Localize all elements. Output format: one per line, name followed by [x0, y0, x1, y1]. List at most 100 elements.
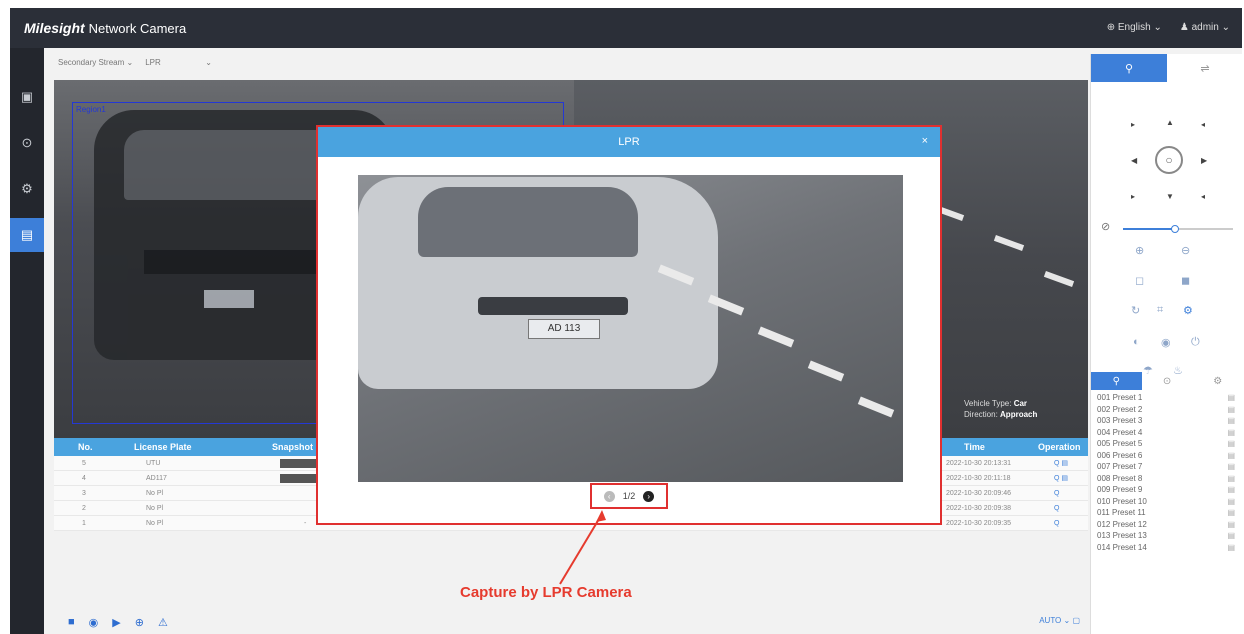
edit-icon[interactable]: ▤ — [1227, 520, 1235, 529]
edit-icon[interactable]: ▤ — [1227, 405, 1235, 414]
list-item[interactable]: 013 Preset 13 ▤ — [1091, 530, 1242, 542]
list-item[interactable]: 014 Preset 14 ▤ — [1091, 542, 1242, 554]
playback-icon[interactable]: ⊙ — [10, 126, 44, 160]
list-item[interactable]: 004 Preset 4 ▤ — [1091, 427, 1242, 439]
mode-select[interactable]: LPR ⌄ — [145, 58, 212, 67]
list-item[interactable]: 009 Preset 9 ▤ — [1091, 484, 1242, 496]
language-label: English ⌄ — [1117, 22, 1162, 33]
ptz-down[interactable]: ▼ — [1166, 192, 1174, 201]
list-item[interactable]: 012 Preset 12 ▤ — [1091, 519, 1242, 531]
vehicle-image: AD 113 — [358, 177, 718, 389]
edit-icon[interactable]: ▤ — [1227, 428, 1235, 437]
snapshot-thumb[interactable] — [280, 473, 320, 483]
power-icon[interactable]: ⏻ — [1191, 336, 1200, 349]
ptz-down-left[interactable]: ▸ — [1131, 192, 1135, 201]
focus-near-icon[interactable]: ◻ — [1135, 274, 1144, 287]
refresh-icon[interactable]: ↻ — [1131, 304, 1140, 317]
edit-icon[interactable]: ▤ — [1227, 543, 1235, 552]
light-icon[interactable]: ◉ — [1161, 336, 1171, 349]
edit-icon[interactable]: ▤ — [1227, 474, 1235, 483]
tab-pattern[interactable]: ⚙ — [1192, 372, 1242, 390]
list-item[interactable]: 005 Preset 5 ▤ — [1091, 438, 1242, 450]
list-item[interactable]: 010 Preset 10 ▤ — [1091, 496, 1242, 508]
close-icon[interactable]: × — [922, 135, 928, 147]
list-item[interactable]: 006 Preset 6 ▤ — [1091, 450, 1242, 462]
snapshot-thumb[interactable] — [280, 458, 320, 468]
language-selector[interactable]: ⊕ English ⌄ — [1107, 22, 1162, 33]
settings-icon[interactable]: ⚙ — [10, 172, 44, 206]
preset-label: 013 Preset 13 — [1097, 531, 1147, 541]
ptz-up-left[interactable]: ▸ — [1131, 120, 1135, 129]
row-no: 4 — [82, 474, 86, 482]
record-icon[interactable]: ▶ — [112, 616, 120, 629]
preset-label: 010 Preset 10 — [1097, 496, 1147, 506]
tab-patrol[interactable]: ⊙ — [1142, 372, 1193, 390]
tab-settings[interactable]: ⇌ — [1167, 54, 1242, 82]
edit-icon[interactable]: ▤ — [1227, 508, 1235, 517]
col-plate: License Plate — [134, 442, 192, 452]
auto-select[interactable]: AUTO ⌄ ▢ — [1039, 616, 1080, 625]
edit-icon[interactable]: ▤ — [1227, 439, 1235, 448]
vehicle-type-value: Car — [1013, 399, 1028, 408]
speed-knob[interactable] — [1171, 225, 1179, 233]
list-item[interactable]: 002 Preset 2 ▤ — [1091, 404, 1242, 416]
crop-icon[interactable]: ⌗ — [1157, 304, 1163, 317]
alarm-icon[interactable]: ⚠ — [158, 616, 168, 629]
product-name: Network Camera — [88, 21, 187, 36]
gear-icon[interactable]: ⚙ — [1183, 304, 1193, 317]
list-item[interactable]: 007 Preset 7 ▤ — [1091, 461, 1242, 473]
user-icon: ♟ — [1179, 22, 1192, 33]
edit-icon[interactable]: ▤ — [1227, 393, 1235, 402]
zoom-in-icon[interactable]: ⊕ — [1135, 244, 1144, 257]
prev-icon[interactable]: ‹ — [603, 490, 615, 502]
top-header: Milesight Network Camera ⊕ English ⌄ ♟ ad… — [10, 8, 1242, 48]
user-menu[interactable]: ♟ admin ⌄ — [1180, 22, 1230, 33]
preset-label: 001 Preset 1 — [1097, 393, 1143, 403]
edit-icon[interactable]: ▤ — [1227, 531, 1235, 540]
col-time: Time — [964, 442, 985, 452]
modal-title: LPR — [618, 136, 640, 148]
stream-select[interactable]: Secondary Stream ⌄ — [58, 58, 133, 67]
tab-presets[interactable]: ⚲ — [1091, 372, 1142, 390]
left-nav: ▣ ⊙ ⚙ ▤ — [10, 48, 44, 634]
lpr-icon[interactable]: ▤ — [10, 218, 44, 252]
mode-label: LPR — [145, 58, 161, 67]
col-no: No. — [78, 442, 93, 452]
zoom-out-icon[interactable]: ⊖ — [1181, 244, 1190, 257]
annotation-arrow — [559, 510, 606, 585]
tab-ptz[interactable]: ⚲ — [1091, 54, 1167, 82]
edit-icon[interactable]: ▤ — [1227, 451, 1235, 460]
page-indicator: 1/2 — [622, 491, 636, 501]
edit-icon[interactable]: ▤ — [1227, 485, 1235, 494]
ptz-up-right[interactable]: ◂ — [1201, 120, 1205, 129]
modal-header: LPR × — [318, 127, 940, 157]
live-view-icon[interactable]: ▣ — [10, 80, 44, 114]
iris-icon[interactable]: ◐ — [1133, 336, 1140, 348]
ptz-right[interactable]: ▶ — [1201, 156, 1207, 165]
speed-slider[interactable] — [1123, 225, 1233, 233]
ptz-left[interactable]: ◀ — [1131, 156, 1137, 165]
edit-icon[interactable]: ▤ — [1227, 497, 1235, 506]
focus-far-icon[interactable]: ◼ — [1181, 274, 1190, 287]
annotation-text: Capture by LPR Camera — [460, 584, 632, 601]
edit-icon[interactable]: ▤ — [1227, 462, 1235, 471]
stop-icon[interactable]: ■ — [68, 616, 75, 628]
view-icon[interactable]: Q ▤ — [1054, 459, 1068, 467]
view-icon[interactable]: Q ▤ — [1054, 474, 1068, 482]
view-icon[interactable]: Q — [1054, 490, 1059, 497]
direction-value: Approach — [1000, 410, 1038, 419]
view-icon[interactable]: Q — [1054, 520, 1059, 527]
lpr-modal: LPR × AD 113 ‹ 1/2 › — [318, 127, 940, 523]
camera-icon[interactable]: ◉ — [89, 616, 99, 629]
view-icon[interactable]: Q — [1054, 505, 1059, 512]
list-item[interactable]: 003 Preset 3 ▤ — [1091, 415, 1242, 427]
ptz-down-right[interactable]: ◂ — [1201, 192, 1205, 201]
edit-icon[interactable]: ▤ — [1227, 416, 1235, 425]
next-icon[interactable]: › — [643, 490, 655, 502]
zoom-icon[interactable]: ⊕ — [135, 616, 144, 629]
ptz-up[interactable]: ▲ — [1166, 118, 1174, 127]
ptz-center[interactable]: ○ — [1155, 146, 1183, 174]
list-item[interactable]: 011 Preset 11 ▤ — [1091, 507, 1242, 519]
list-item[interactable]: 008 Preset 8 ▤ — [1091, 473, 1242, 485]
list-item[interactable]: 001 Preset 1 ▤ — [1091, 392, 1242, 404]
